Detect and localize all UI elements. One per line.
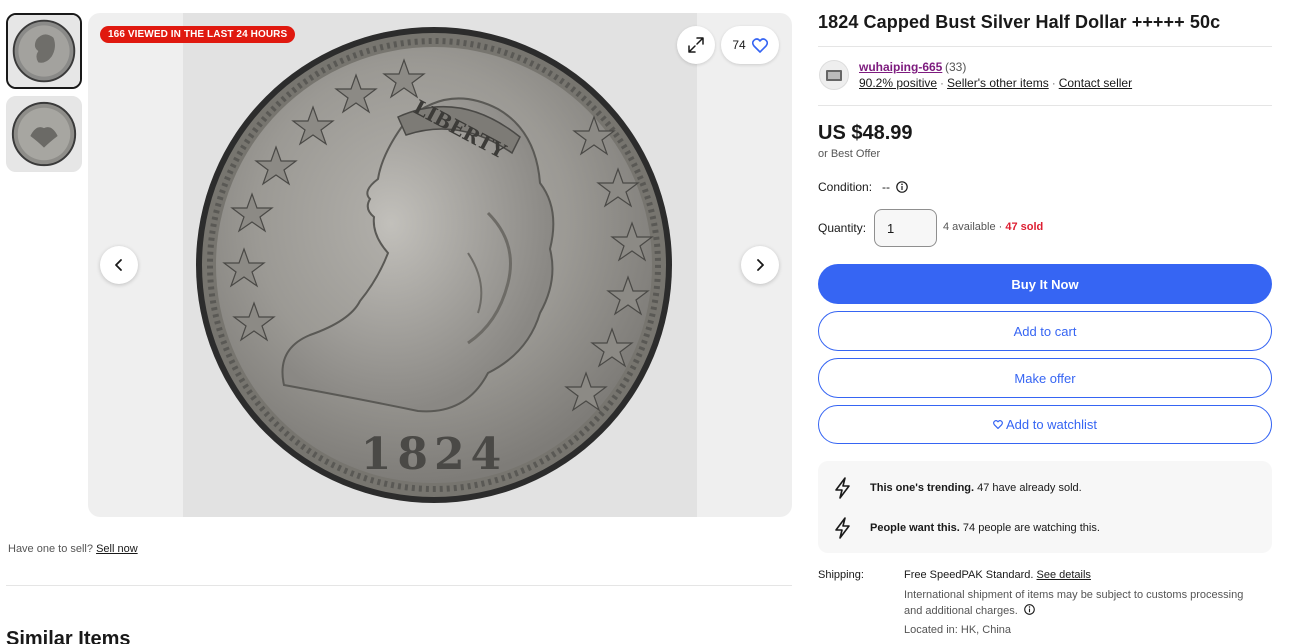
shipping-note-text: International shipment of items may be s…: [904, 589, 1244, 617]
heart-icon: [993, 420, 1003, 429]
quantity-input[interactable]: [874, 209, 937, 247]
make-offer-button[interactable]: Make offer: [818, 358, 1272, 398]
add-to-cart-button[interactable]: Add to cart: [818, 311, 1272, 351]
condition-value: --: [882, 180, 890, 194]
quantity-label: Quantity:: [818, 221, 867, 235]
available-count: 4 available: [943, 221, 996, 233]
divider: [818, 105, 1272, 106]
contact-seller-link[interactable]: Contact seller: [1059, 76, 1132, 90]
seller-other-items-link[interactable]: Seller's other items: [947, 76, 1049, 90]
shipping-label: Shipping:: [818, 569, 864, 581]
shipping-method: Free SpeedPAK Standard. See details: [904, 569, 1091, 581]
similar-items-heading: Similar Items: [6, 628, 131, 644]
heart-icon: [751, 37, 768, 53]
shipping-method-text: Free SpeedPAK Standard.: [904, 569, 1034, 581]
see-details-link[interactable]: See details: [1037, 569, 1091, 581]
item-location: Located in: HK, China: [904, 624, 1012, 636]
trending-box: This one's trending. 47 have already sol…: [818, 461, 1272, 553]
viewed-badge: 166 VIEWED IN THE LAST 24 HOURS: [100, 26, 296, 43]
expand-button[interactable]: [677, 26, 715, 64]
info-icon[interactable]: [1023, 604, 1035, 615]
seller-avatar[interactable]: [819, 60, 849, 90]
lightning-icon: [835, 517, 850, 539]
sell-prompt-text: Have one to sell?: [8, 543, 93, 555]
previous-image-button[interactable]: [100, 246, 138, 284]
item-title: 1824 Capped Bust Silver Half Dollar ++++…: [818, 12, 1221, 32]
watch-count: 74: [732, 38, 746, 52]
chevron-right-icon: [757, 259, 764, 271]
quantity-availability: 4 available · 47 sold: [943, 221, 1044, 233]
main-image-panel[interactable]: LIBERTY 1824 166 VIEWED IN THE LAST 24 H…: [88, 13, 792, 517]
trending-bold: This one's trending.: [870, 482, 975, 494]
condition-label: Condition:: [818, 180, 873, 194]
sold-count: 47 sold: [1005, 221, 1044, 233]
info-icon[interactable]: [896, 181, 908, 193]
divider: [6, 585, 792, 586]
separator-dot: ·: [940, 76, 945, 90]
trending-text: 47 have already sold.: [974, 482, 1082, 494]
shipping-note: International shipment of items may be s…: [904, 587, 1244, 619]
trending-row: This one's trending. 47 have already sol…: [830, 475, 1082, 501]
item-price: US $48.99: [818, 122, 913, 144]
seller-positive-link[interactable]: 90.2% positive: [859, 76, 937, 90]
watching-text: 74 people are watching this.: [959, 522, 1100, 534]
coin-image: LIBERTY 1824: [196, 27, 672, 503]
add-to-watchlist-button[interactable]: Add to watchlist: [818, 405, 1272, 444]
watching-bold: People want this.: [870, 522, 960, 534]
chevron-left-icon: [115, 259, 122, 271]
separator-dot: ·: [1051, 76, 1056, 90]
sell-prompt: Have one to sell? Sell now: [8, 543, 138, 555]
store-icon: [826, 70, 842, 81]
watching-row: People want this. 74 people are watching…: [830, 515, 1100, 541]
coin-obverse-thumb-icon: [8, 15, 80, 87]
sell-now-link[interactable]: Sell now: [96, 543, 138, 555]
next-image-button[interactable]: [741, 246, 779, 284]
best-offer-label: or Best Offer: [818, 148, 881, 160]
watchlist-label: Add to watchlist: [1005, 417, 1098, 432]
watch-count-button[interactable]: 74: [721, 26, 779, 64]
divider: [818, 46, 1272, 47]
coin-reverse-thumb-icon: [7, 97, 81, 171]
coin-date: 1824: [361, 429, 507, 480]
thumbnail-obverse[interactable]: [6, 13, 82, 89]
seller-links: 90.2% positive · Seller's other items · Cont…: [859, 76, 1132, 90]
seller-feedback-count: (33): [945, 60, 967, 74]
thumbnail-reverse[interactable]: [6, 96, 82, 172]
buy-it-now-button[interactable]: Buy It Now: [818, 264, 1272, 304]
seller-name-link[interactable]: wuhaiping-665: [859, 60, 942, 74]
lightning-icon: [835, 477, 850, 499]
expand-icon: [688, 37, 704, 53]
